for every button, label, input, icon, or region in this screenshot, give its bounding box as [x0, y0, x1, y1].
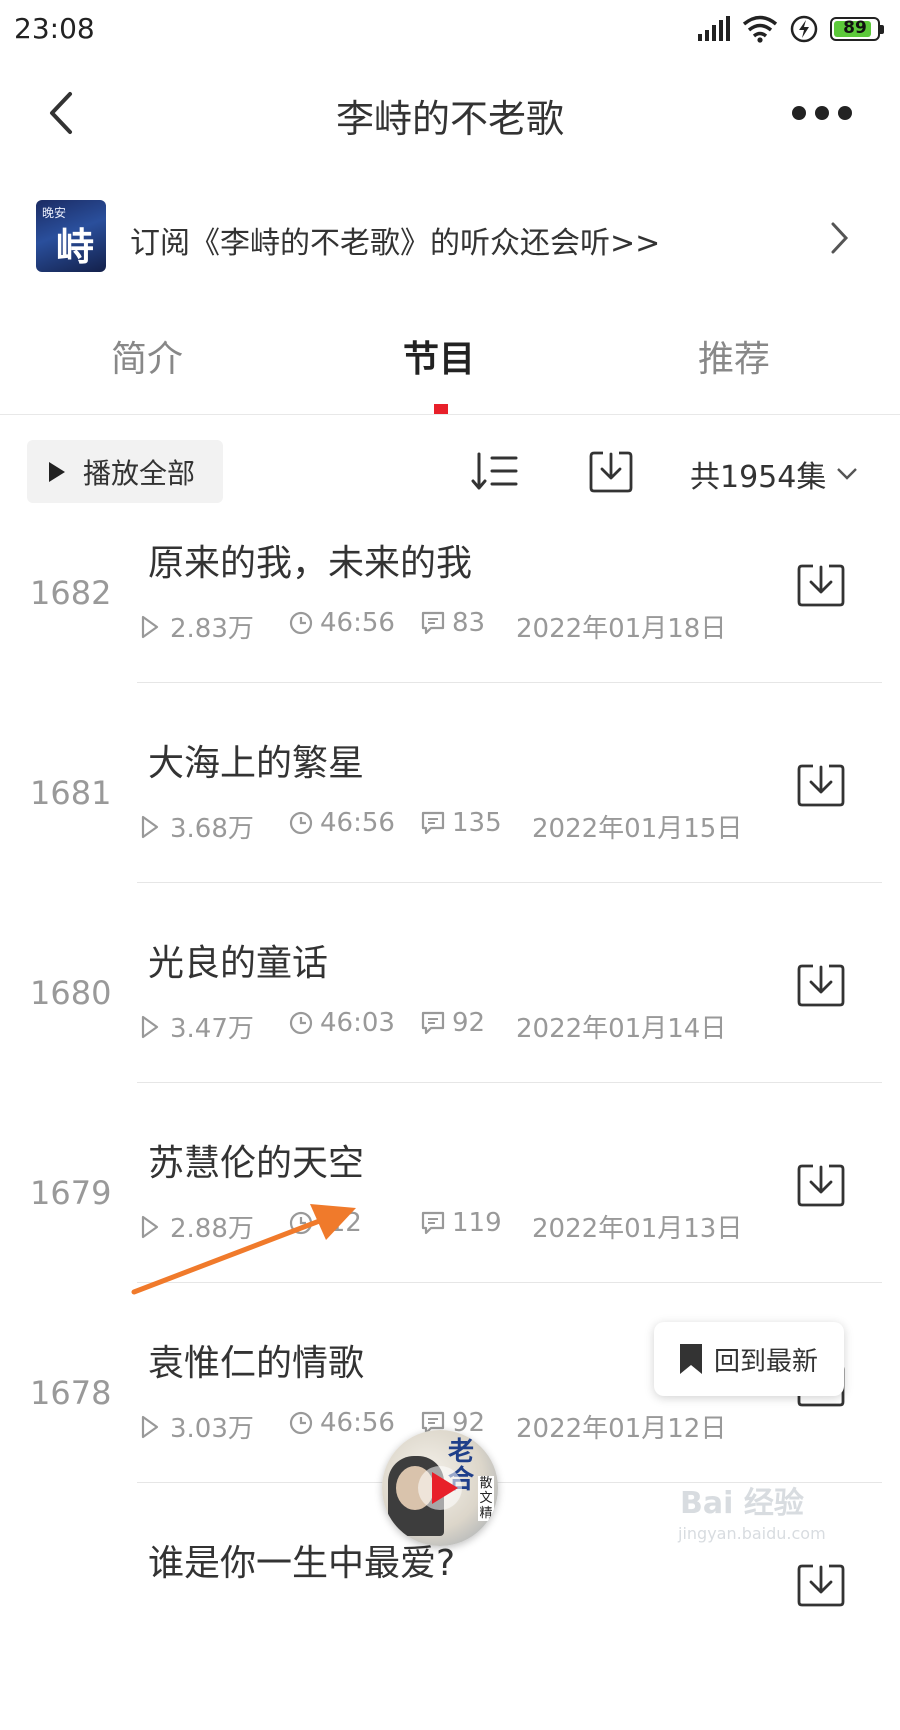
- episode-plays: 2.88万: [138, 1208, 254, 1245]
- episode-number: 1681: [30, 774, 112, 812]
- row-divider: [137, 882, 882, 883]
- bookmark-icon: [680, 1344, 702, 1374]
- banner-text: 订阅《李峙的不老歌》的听众还会听>>: [130, 226, 661, 261]
- episode-comments: 92: [420, 1008, 485, 1038]
- chevron-down-icon: [837, 468, 858, 480]
- episode-duration: 46:56: [288, 808, 395, 838]
- episode-row[interactable]: 1679 苏慧伦的天空 2.88万 :12 119 2022年01月13日: [0, 1130, 900, 1330]
- watermark: Bai 经验 jingyan.baidu.com: [678, 1486, 826, 1543]
- row-divider: [137, 1082, 882, 1083]
- clock-icon: [289, 1011, 313, 1035]
- play-all-button[interactable]: 播放全部: [27, 440, 223, 503]
- episode-row[interactable]: 1680 光良的童话 3.47万 46:03 92 2022年01月14日: [0, 930, 900, 1130]
- comment-icon: [421, 611, 445, 635]
- clock-icon: [289, 1211, 313, 1235]
- chevron-right-icon: [831, 222, 849, 254]
- episode-row[interactable]: 1681 大海上的繁星 3.68万 46:56 135 2022年01月15日: [0, 730, 900, 930]
- mini-player[interactable]: 老合 散文精: [382, 1430, 498, 1546]
- episode-number: 1678: [30, 1374, 112, 1412]
- battery-icon: 89: [830, 17, 884, 41]
- comment-icon: [421, 811, 445, 835]
- episode-plays: 3.03万: [138, 1408, 254, 1445]
- comment-icon: [421, 1011, 445, 1035]
- episode-number: 1680: [30, 974, 112, 1012]
- status-time: 23:08: [14, 12, 95, 45]
- episode-comments: 83: [420, 608, 485, 638]
- episode-plays: 2.83万: [138, 608, 254, 645]
- episode-duration: :12: [288, 1208, 362, 1238]
- tab-indicator: [434, 404, 448, 414]
- episode-comments: 119: [420, 1208, 502, 1238]
- more-button[interactable]: [792, 105, 852, 121]
- play-count-icon: [141, 1415, 159, 1438]
- wifi-icon: [742, 15, 778, 43]
- clock-icon: [289, 611, 313, 635]
- row-divider: [137, 682, 882, 683]
- episode-date: 2022年01月13日: [532, 1214, 743, 1244]
- episode-title[interactable]: 谁是你一生中最爱?: [148, 1534, 455, 1586]
- clock-icon: [289, 811, 313, 835]
- episode-row[interactable]: 1682 原来的我，未来的我 2.83万 46:56 83 2022年01月18日: [0, 530, 900, 730]
- episode-number: 1682: [30, 574, 112, 612]
- episode-title[interactable]: 原来的我，未来的我: [148, 534, 472, 586]
- play-icon: [432, 1472, 458, 1504]
- episode-date: 2022年01月12日: [516, 1414, 727, 1444]
- play-icon: [49, 461, 65, 482]
- status-icons: 89: [696, 14, 884, 44]
- tab-intro[interactable]: 简介: [111, 330, 183, 382]
- signal-icon: [698, 16, 730, 41]
- episode-date: 2022年01月18日: [516, 614, 727, 644]
- tab-episodes[interactable]: 节目: [403, 330, 475, 382]
- more-dots-icon: [792, 106, 806, 120]
- play-count-icon: [141, 1015, 159, 1038]
- episode-row[interactable]: 谁是你一生中最爱?: [0, 1530, 900, 1730]
- download-icon[interactable]: [796, 560, 846, 608]
- download-icon[interactable]: [796, 760, 846, 808]
- subscribe-recommend-banner[interactable]: 晚安 峙 订阅《李峙的不老歌》的听众还会听>>: [0, 200, 900, 278]
- episode-title[interactable]: 苏慧伦的天空: [148, 1134, 364, 1186]
- play-count-icon: [141, 615, 159, 638]
- episode-duration: 46:56: [288, 608, 395, 638]
- episode-comments: 135: [420, 808, 502, 838]
- comment-icon: [421, 1211, 445, 1235]
- play-count-icon: [141, 815, 159, 838]
- clock-icon: [289, 1411, 313, 1435]
- back-to-latest-button[interactable]: 回到最新: [654, 1322, 844, 1396]
- album-cover: 晚安 峙: [36, 200, 106, 272]
- tab-divider: [0, 414, 900, 415]
- battery-level: 89: [843, 18, 867, 38]
- download-icon[interactable]: [796, 960, 846, 1008]
- sort-icon[interactable]: [470, 450, 520, 494]
- episode-plays: 3.68万: [138, 808, 254, 845]
- episode-number: 1679: [30, 1174, 112, 1212]
- episode-date: 2022年01月14日: [516, 1014, 727, 1044]
- page-title: 李峙的不老歌: [335, 97, 564, 141]
- episode-duration: 46:56: [288, 1408, 395, 1438]
- episode-duration: 46:03: [288, 1008, 395, 1038]
- tab-recommend[interactable]: 推荐: [698, 330, 770, 382]
- download-icon[interactable]: [796, 1560, 846, 1608]
- episode-title[interactable]: 袁惟仁的情歌: [148, 1334, 364, 1386]
- batch-download-icon[interactable]: [588, 448, 634, 494]
- charging-icon: [790, 15, 818, 43]
- episode-date: 2022年01月15日: [532, 814, 743, 844]
- episode-count-dropdown[interactable]: 共1954集: [690, 452, 858, 496]
- download-icon[interactable]: [796, 1160, 846, 1208]
- play-count-icon: [141, 1215, 159, 1238]
- episode-plays: 3.47万: [138, 1008, 254, 1045]
- episode-title[interactable]: 大海上的繁星: [148, 734, 364, 786]
- episode-title[interactable]: 光良的童话: [148, 934, 328, 986]
- row-divider: [137, 1282, 882, 1283]
